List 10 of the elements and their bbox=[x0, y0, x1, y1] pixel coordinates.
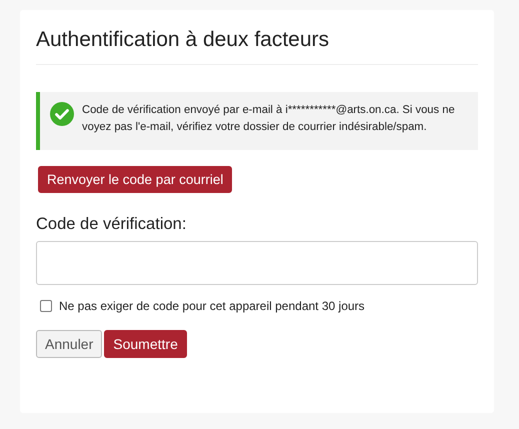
submit-button[interactable]: Soumettre bbox=[104, 330, 187, 358]
check-icon bbox=[50, 102, 74, 126]
checkbox-label: Ne pas exiger de code pour cet appareil pendant 30 jours bbox=[59, 299, 365, 313]
page-title: Authentification à deux facteurs bbox=[36, 28, 478, 65]
checkbox[interactable] bbox=[40, 300, 52, 312]
alert-message: Code de vérification envoyé par e-mail à i***********@arts.on.ca. Si vous ne voyez pas l'e-mail, vérifiez votre dossier de courrier indésirable/spam. bbox=[82, 103, 456, 135]
cancel-button[interactable]: Annuler bbox=[36, 330, 102, 358]
field-label: Code de vérification: bbox=[36, 215, 188, 234]
verification-code-field[interactable] bbox=[36, 241, 478, 285]
resend-code-button[interactable]: Renvoyer le code par courriel bbox=[38, 166, 232, 193]
